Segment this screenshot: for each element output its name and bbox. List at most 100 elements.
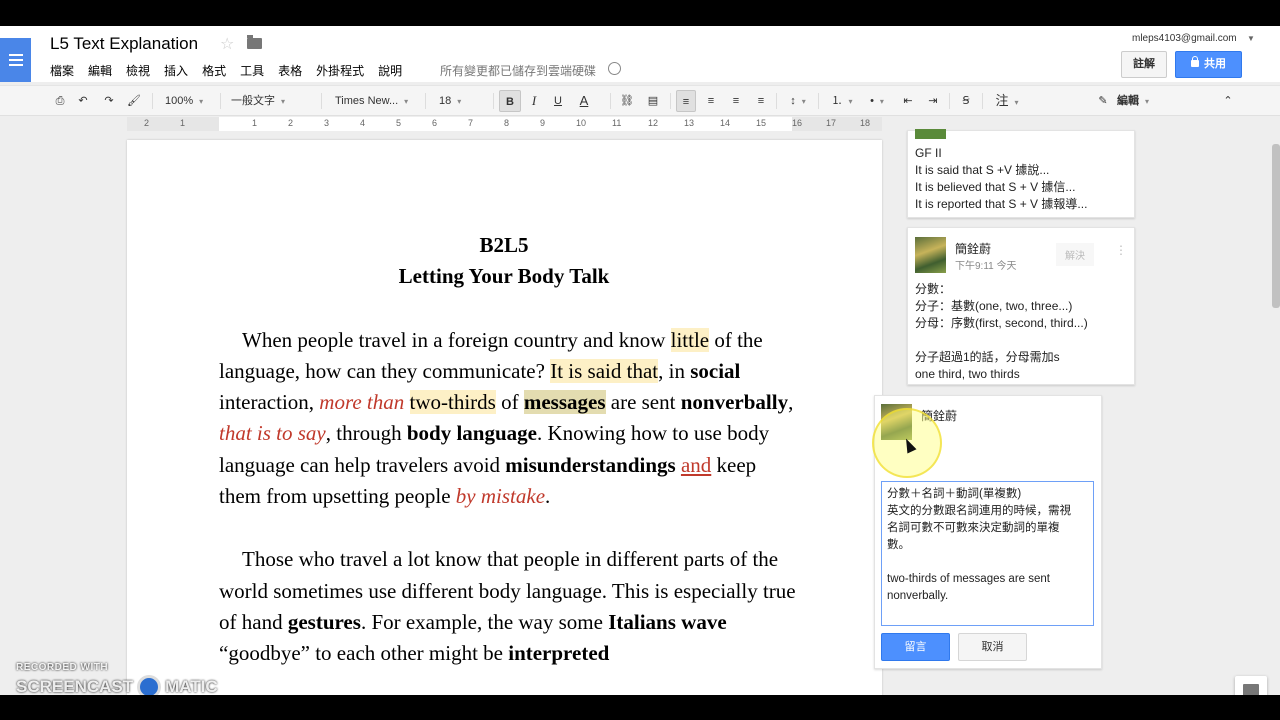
heading-line-1: B2L5	[479, 233, 529, 257]
document-title[interactable]: L5 Text Explanation	[50, 34, 198, 54]
ruler-number: 5	[396, 118, 402, 128]
ruler-number: 7	[468, 118, 474, 128]
toolbar-divider	[321, 93, 322, 109]
paragraph-1[interactable]: When people travel in a foreign country …	[219, 325, 799, 513]
toolbar-divider	[818, 93, 819, 109]
watermark: RECORDED WITH SCREENCAST MATIC	[16, 662, 218, 695]
insert-comment-icon[interactable]: ▤	[644, 90, 662, 112]
header: L5 Text Explanation ☆ 檔案 編輯 檢視 插入 格式 工具 …	[0, 26, 1280, 82]
ruler-number: 1	[252, 118, 258, 128]
underline-button[interactable]: U	[549, 90, 567, 112]
undo-icon[interactable]: ↶	[75, 90, 91, 112]
toolbar-divider	[152, 93, 153, 109]
input-tools-button[interactable]: 注	[990, 90, 1024, 112]
menu-format[interactable]: 格式	[202, 62, 226, 79]
document-page[interactable]: B2L5 Letting Your Body Talk When people …	[127, 140, 882, 695]
ruler-margin-left	[127, 117, 219, 131]
save-status[interactable]: 所有變更都已儲存到雲端硬碟	[440, 62, 596, 79]
chevron-down-icon[interactable]: ▼	[1247, 34, 1255, 43]
ruler-number: 13	[684, 118, 695, 128]
ruler-number: 9	[540, 118, 546, 128]
pencil-icon: ✎	[1098, 95, 1108, 107]
commented-text[interactable]: two-thirds	[409, 390, 496, 415]
more-options-icon[interactable]: ⋮	[1115, 243, 1127, 257]
share-label: 共用	[1204, 58, 1226, 70]
comment-timestamp: 下午9:11 今天	[955, 261, 1017, 272]
paint-format-icon[interactable]: 🖌	[126, 90, 142, 112]
editing-mode-select[interactable]: 編輯	[1114, 90, 1206, 112]
document-heading: B2L5 Letting Your Body Talk	[219, 230, 789, 293]
menu-edit[interactable]: 編輯	[88, 62, 112, 79]
comment-card[interactable]: 簡銓蔚 下午9:11 今天 解決 ⋮ 分數： 分子：基數(one, two, t…	[907, 227, 1135, 385]
bulleted-list-icon[interactable]: •	[861, 90, 893, 112]
explore-button[interactable]	[1235, 676, 1267, 695]
redo-icon[interactable]: ↷	[101, 90, 117, 112]
comments-button[interactable]: 註解	[1121, 51, 1167, 78]
menu-help[interactable]: 說明	[378, 62, 402, 79]
ruler-number: 2	[288, 118, 294, 128]
post-comment-button[interactable]: 留言	[881, 633, 950, 661]
avatar	[915, 129, 946, 139]
share-button[interactable]: 共用	[1175, 51, 1242, 78]
link-icon[interactable]: ⛓	[618, 90, 636, 112]
font-select[interactable]: Times New...	[330, 90, 418, 112]
line-spacing-icon[interactable]: ↕	[783, 90, 813, 112]
toolbar-divider	[982, 93, 983, 109]
app-frame: L5 Text Explanation ☆ 檔案 編輯 檢視 插入 格式 工具 …	[0, 26, 1280, 695]
print-icon[interactable]: ⎙	[52, 90, 68, 112]
comment-author: 簡銓蔚	[955, 242, 992, 256]
star-icon[interactable]: ☆	[220, 34, 234, 54]
toolbar-divider	[670, 93, 671, 109]
style-select[interactable]: 一般文字	[226, 90, 314, 112]
docs-home-icon[interactable]	[0, 38, 31, 82]
increase-indent-icon[interactable]: ⇥	[924, 90, 942, 112]
zoom-select[interactable]: 100%	[160, 90, 214, 112]
align-right-icon[interactable]: ≡	[727, 90, 745, 112]
commented-text[interactable]: little	[670, 327, 710, 352]
menu-addons[interactable]: 外掛程式	[316, 62, 364, 79]
text-color-button[interactable]: A	[573, 90, 595, 112]
ruler[interactable]: 2 1 1 2 3 4 5 6 7 8 9 10 11 12 13 14 15 …	[127, 117, 882, 131]
ruler-number: 11	[612, 118, 622, 128]
toolbar-divider	[949, 93, 950, 109]
toolbar-divider	[220, 93, 221, 109]
bold-button[interactable]: B	[499, 90, 521, 112]
commented-text[interactable]: messages	[523, 390, 606, 415]
ruler-number: 17	[826, 118, 837, 128]
toolbar: ⎙ ↶ ↷ 🖌 100% 一般文字 Times New... 18 B I U …	[0, 85, 1280, 116]
screencast-logo-icon	[137, 675, 162, 695]
ruler-number: 1	[180, 118, 186, 128]
align-justify-icon[interactable]: ≡	[752, 90, 770, 112]
ruler-number: 2	[144, 118, 150, 128]
user-email[interactable]: mleps4103@gmail.com	[1132, 33, 1237, 44]
comment-text: 分數： 分子：基數(one, two, three...) 分母：序數(firs…	[915, 282, 1088, 381]
menu-file[interactable]: 檔案	[50, 62, 74, 79]
menubar: 檔案 編輯 檢視 插入 格式 工具 表格 外掛程式 說明	[50, 62, 416, 79]
align-center-icon[interactable]: ≡	[702, 90, 720, 112]
commented-text[interactable]: It is said that	[550, 358, 659, 383]
menu-table[interactable]: 表格	[278, 62, 302, 79]
ruler-number: 4	[360, 118, 366, 128]
heading-line-2: Letting Your Body Talk	[398, 264, 610, 289]
italic-button[interactable]: I	[525, 90, 543, 112]
comment-input[interactable]: 分數＋名詞＋動詞(單複數) 英文的分數跟名詞連用的時候，需視 名詞可數不可數來決…	[881, 481, 1094, 626]
ruler-number: 18	[860, 118, 871, 128]
document-body[interactable]: B2L5 Letting Your Body Talk When people …	[219, 230, 799, 670]
cancel-comment-button[interactable]: 取消	[958, 633, 1027, 661]
menu-tools[interactable]: 工具	[240, 62, 264, 79]
collapse-icon[interactable]: ⌃	[1220, 90, 1236, 112]
resolve-button[interactable]: 解決	[1056, 243, 1094, 266]
menu-insert[interactable]: 插入	[164, 62, 188, 79]
paragraph-2[interactable]: Those who travel a lot know that people …	[219, 544, 799, 669]
menu-view[interactable]: 檢視	[126, 62, 150, 79]
decrease-indent-icon[interactable]: ⇤	[899, 90, 917, 112]
scrollbar[interactable]	[1272, 144, 1280, 308]
align-left-icon[interactable]: ≡	[676, 90, 696, 112]
history-icon[interactable]	[608, 62, 621, 75]
comment-card[interactable]: GF II It is said that S +V 據說... It is b…	[907, 129, 1135, 218]
font-size-select[interactable]: 18	[434, 90, 488, 112]
numbered-list-icon[interactable]: ⒈	[826, 90, 858, 112]
lock-icon	[1191, 56, 1199, 67]
clear-formatting-icon[interactable]: Ꞩ	[957, 90, 975, 112]
folder-icon[interactable]	[247, 35, 262, 49]
